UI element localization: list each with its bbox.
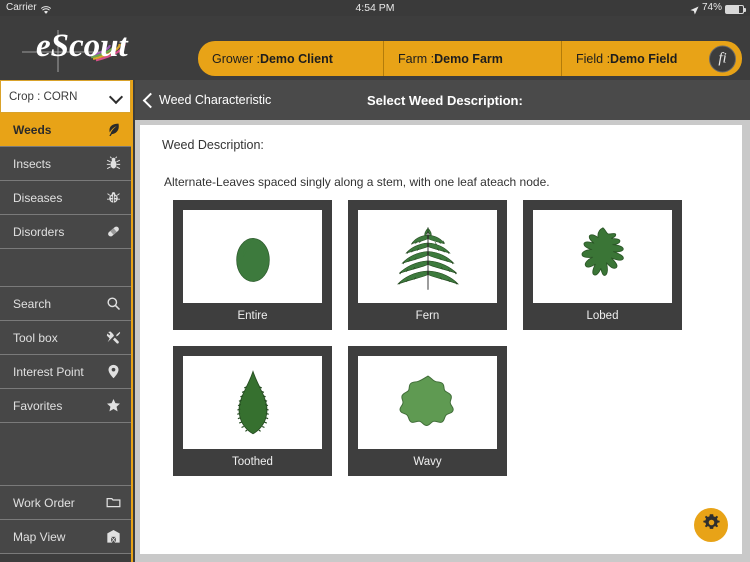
leaf-fern-icon [396, 226, 459, 290]
card-entire-label: Entire [237, 310, 268, 322]
chevron-left-icon [142, 92, 152, 108]
location-arrow-icon [690, 5, 699, 15]
content-area: Weed Description: Alternate-Leaves space… [135, 120, 750, 562]
leaf-lobed-icon [581, 227, 624, 276]
sidebar-item-tool-box[interactable]: Tool box [0, 321, 131, 355]
leaf-wavy-icon [398, 375, 454, 427]
folder-icon [104, 494, 122, 512]
gear-icon [702, 513, 721, 537]
app-header: eScout Grower : Demo Client Farm : Demo … [0, 16, 750, 80]
sidebar-item-insects[interactable]: Insects [0, 147, 131, 181]
breadcrumb-field-label: Field : [576, 51, 611, 66]
weed-description-grid: Entire Fern Lobed Toothed Wavy [173, 200, 713, 476]
weed-description-text: Alternate-Leaves spaced singly along a s… [164, 175, 550, 189]
svg-text:eScout: eScout [36, 28, 129, 64]
sidebar: Crop : CORN Weeds Insects Diseases Disor… [0, 80, 133, 562]
map-pin-icon [104, 363, 122, 381]
sidebar-spacer-2 [0, 423, 131, 486]
breadcrumb-farm-label: Farm : [398, 51, 435, 66]
battery-percent: 74% [701, 2, 722, 13]
bandage-icon [104, 223, 122, 241]
app-root: Carrier 4:54 PM 74% eScout Grower: Demo… [0, 0, 750, 562]
sidebar-item-work-order[interactable]: Work Order [0, 486, 131, 520]
content-panel: Weed Description: Alternate-Leaves space… [140, 125, 742, 554]
search-icon [104, 295, 122, 313]
sidebar-item-map-view[interactable]: Map View [0, 520, 131, 554]
card-fern-image [358, 210, 497, 303]
sidebar-item-disorders-label: Disorders [13, 224, 65, 239]
card-entire-image [183, 210, 322, 303]
sidebar-item-interest-point-label: Interest Point [13, 364, 84, 379]
sidebar-item-search-label: Search [13, 296, 52, 311]
escout-logo: eScout [8, 22, 183, 76]
sidebar-item-diseases[interactable]: Diseases [0, 181, 131, 215]
crop-selector-label: Crop : CORN [9, 90, 78, 103]
sidebar-item-diseases-label: Diseases [13, 190, 63, 205]
sidebar-item-weeds-label: Weeds [13, 122, 52, 137]
leaf-entire-icon [235, 237, 270, 282]
sidebar-item-favorites[interactable]: Favorites [0, 389, 131, 423]
card-fern-label: Fern [415, 310, 440, 322]
card-lobed-label: Lobed [586, 310, 619, 322]
leaf-toothed-icon [236, 369, 269, 434]
sidebar-item-weeds[interactable]: Weeds [0, 113, 131, 147]
breadcrumb-field-value: Demo Field [610, 51, 678, 66]
page-navbar: Weed Characteristic Select Weed Descript… [135, 80, 750, 120]
card-wavy-label: Wavy [413, 456, 442, 468]
card-fern[interactable]: Fern [348, 200, 507, 330]
sidebar-item-interest-point[interactable]: Interest Point [0, 355, 131, 389]
status-bar: Carrier 4:54 PM 74% [0, 0, 750, 16]
sidebar-item-map-view-label: Map View [13, 529, 66, 544]
barn-icon [104, 528, 122, 546]
sidebar-item-disorders[interactable]: Disorders [0, 215, 131, 249]
sidebar-item-favorites-label: Favorites [13, 398, 63, 413]
page-title: Select Weed Description: [367, 92, 523, 108]
crop-selector[interactable]: Crop : CORN [0, 80, 131, 113]
breadcrumb-bar: Grower : Demo Client Farm : Demo Farm Fi… [198, 41, 742, 76]
breadcrumb-grower-label: Grower : [212, 51, 260, 66]
breadcrumb-farm[interactable]: Farm : Demo Farm [383, 41, 561, 76]
breadcrumb-farm-value: Demo Farm [434, 51, 503, 66]
sidebar-primary-list: Weeds Insects Diseases Disorders Search … [0, 113, 131, 554]
settings-button[interactable] [694, 508, 728, 542]
card-entire[interactable]: Entire [173, 200, 332, 330]
sidebar-spacer-1 [0, 249, 131, 287]
card-lobed[interactable]: Lobed [523, 200, 682, 330]
star-icon [104, 397, 122, 415]
card-wavy[interactable]: Wavy [348, 346, 507, 476]
leaf-icon [104, 121, 122, 139]
back-button[interactable]: Weed Characteristic [142, 92, 271, 108]
breadcrumb-grower[interactable]: Grower : Demo Client [198, 41, 383, 76]
sidebar-item-insects-label: Insects [13, 156, 52, 171]
card-wavy-image [358, 356, 497, 449]
card-lobed-image [533, 210, 672, 303]
chevron-down-icon [110, 91, 122, 103]
breadcrumb-grower-value: Demo Client [259, 51, 333, 66]
tools-icon [104, 329, 122, 347]
battery-icon [725, 4, 746, 14]
sidebar-item-tool-box-label: Tool box [13, 330, 58, 345]
sidebar-item-search[interactable]: Search [0, 287, 131, 321]
sidebar-item-work-order-label: Work Order [13, 495, 75, 510]
card-toothed-image [183, 356, 322, 449]
back-button-label: Weed Characteristic [159, 93, 272, 107]
card-toothed-label: Toothed [232, 456, 273, 468]
bug-icon [104, 155, 122, 173]
status-time: 4:54 PM [355, 2, 395, 14]
section-title: Weed Description: [162, 138, 264, 152]
status-right: 74% [690, 0, 746, 16]
card-toothed[interactable]: Toothed [173, 346, 332, 476]
field-info-badge[interactable]: fi [709, 45, 736, 72]
ladybug-icon [104, 189, 122, 207]
